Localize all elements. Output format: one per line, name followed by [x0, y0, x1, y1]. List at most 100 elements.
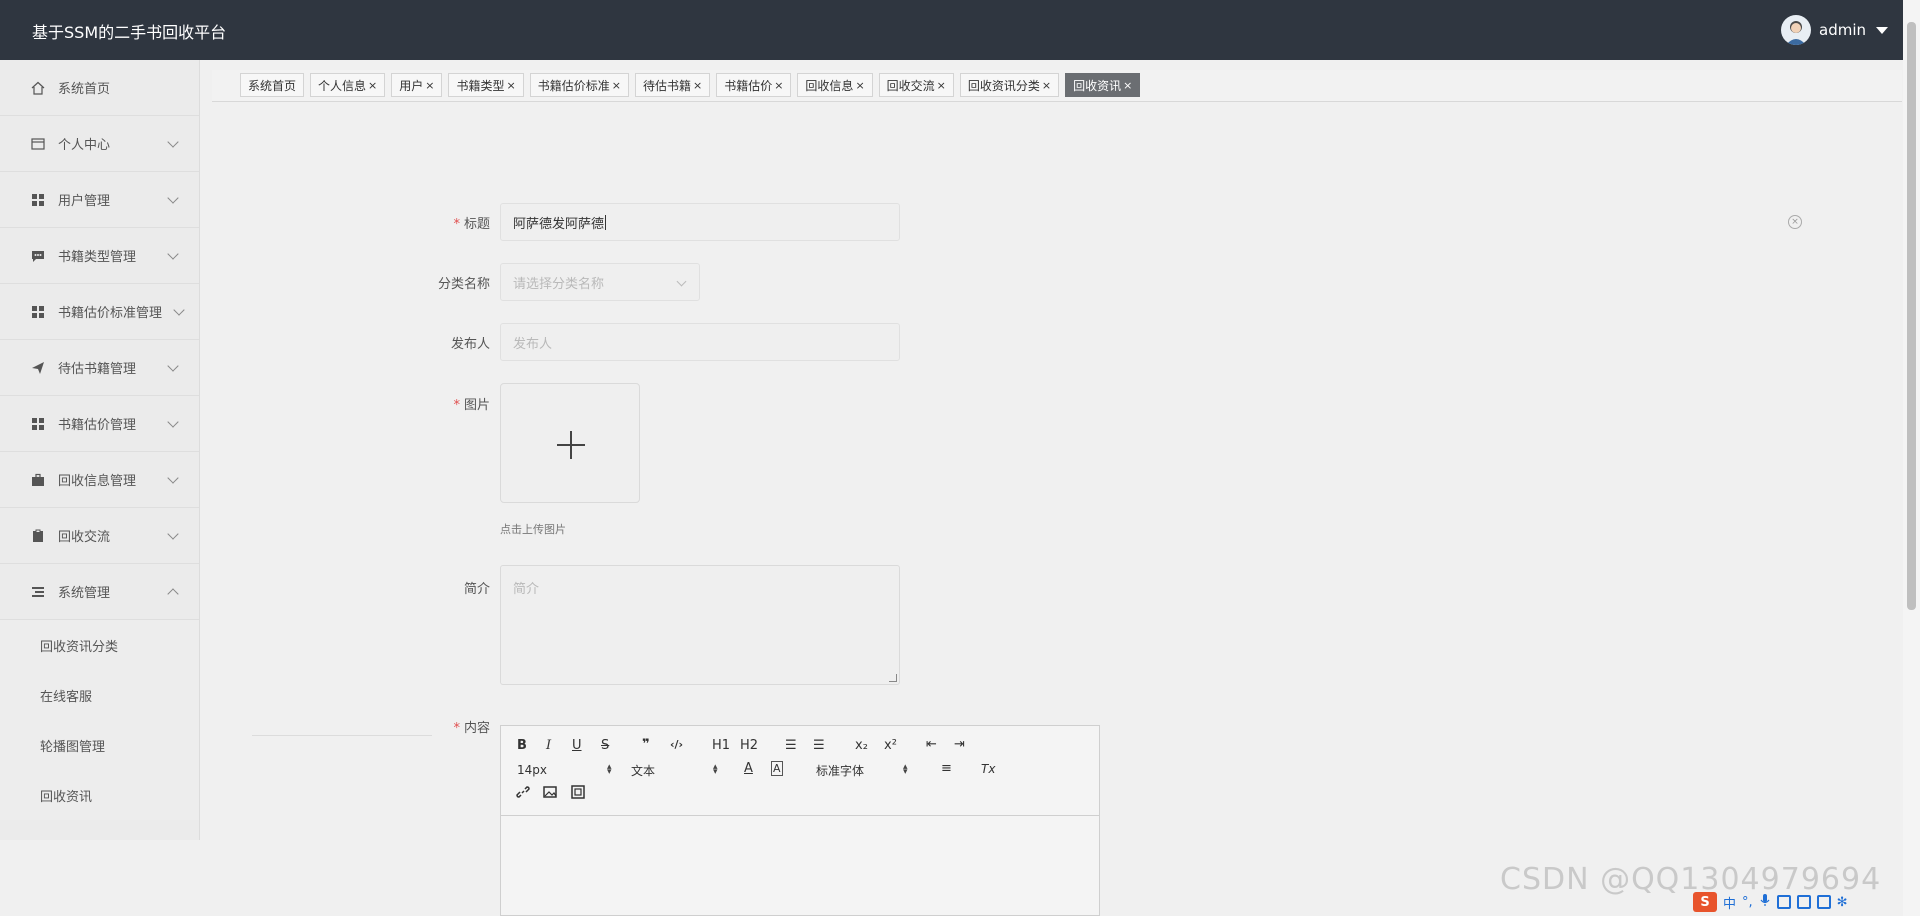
- image-upload-button[interactable]: [500, 383, 640, 503]
- intro-textarea[interactable]: 简介: [500, 565, 900, 685]
- close-icon[interactable]: ×: [693, 79, 702, 92]
- ime-chinese[interactable]: 中: [1723, 893, 1736, 912]
- scrollbar-thumb[interactable]: [1907, 22, 1916, 610]
- title-input[interactable]: 阿萨德发阿萨德: [500, 203, 900, 241]
- content-label-text: 内容: [463, 721, 490, 736]
- chevron-down-icon: [167, 136, 179, 148]
- sidebar-item-recycle-info[interactable]: 回收信息管理: [0, 452, 199, 508]
- grid-icon: [30, 304, 46, 320]
- keyboard-icon[interactable]: [1776, 895, 1791, 909]
- avatar: [1781, 15, 1811, 45]
- indent-button[interactable]: ⇥: [954, 737, 965, 752]
- sidebar-subitem-news-category[interactable]: 回收资讯分类: [0, 620, 199, 670]
- h1-button[interactable]: H1: [712, 738, 730, 753]
- code-button[interactable]: ‹/›: [670, 738, 683, 751]
- sidebar-item-system-management[interactable]: 系统管理: [0, 564, 199, 620]
- sidebar-item-book-types[interactable]: 书籍类型管理: [0, 228, 199, 284]
- sidebar-item-label: 系统首页: [58, 82, 111, 97]
- strike-button[interactable]: S: [601, 738, 609, 753]
- sidebar-item-pending-books[interactable]: 待估书籍管理: [0, 340, 199, 396]
- sidebar-subitem-recycle-news[interactable]: 回收资讯: [0, 770, 199, 820]
- clean-format-button[interactable]: Tx: [981, 762, 995, 776]
- italic-button[interactable]: I: [546, 738, 551, 753]
- background-color-button[interactable]: A: [771, 761, 783, 776]
- tab-book-valuation[interactable]: 书籍估价 ×: [716, 73, 792, 97]
- tabs: 系统首页 个人信息 × 用户 × 书籍类型 × 书籍估价标准 × 待估书籍 × 书籍估价 ×…: [240, 73, 1141, 97]
- underline-button[interactable]: U: [572, 738, 582, 753]
- header-select[interactable]: 文本 ▴ ▾: [631, 762, 721, 778]
- publisher-placeholder: 发布人: [513, 336, 553, 352]
- close-icon[interactable]: ×: [774, 79, 783, 92]
- gear-icon[interactable]: ✻: [1837, 895, 1848, 910]
- blockquote-button[interactable]: ❞: [642, 737, 650, 752]
- tab-label: 个人信息: [318, 78, 367, 93]
- required-mark: *: [453, 217, 460, 232]
- ime-punct[interactable]: °,: [1742, 895, 1753, 910]
- image-label: * 图片: [400, 394, 490, 413]
- tab-pending-books[interactable]: 待估书籍 ×: [634, 73, 711, 97]
- scrollbar[interactable]: [1903, 0, 1920, 916]
- sidebar-item-users[interactable]: 用户管理: [0, 172, 199, 228]
- content-label: * 内容: [400, 717, 490, 736]
- bullet-list-button[interactable]: ☰: [813, 738, 825, 753]
- image-icon[interactable]: [543, 785, 557, 803]
- sidebar-subitem-carousel[interactable]: 轮播图管理: [0, 720, 199, 770]
- category-select[interactable]: 请选择分类名称: [500, 263, 700, 301]
- close-icon[interactable]: ×: [937, 79, 946, 92]
- resize-handle[interactable]: [889, 674, 897, 682]
- sidebar-subitem-online-service[interactable]: 在线客服: [0, 670, 199, 720]
- bold-button[interactable]: B: [517, 738, 527, 753]
- superscript-button[interactable]: x²: [884, 738, 897, 753]
- tab-label: 书籍估价: [724, 78, 773, 93]
- sidebar-item-recycle-exchange[interactable]: 回收交流: [0, 508, 199, 564]
- sidebar-item-valuation-standards[interactable]: 书籍估价标准管理: [0, 284, 199, 340]
- tab-recycle-exchange[interactable]: 回收交流 ×: [878, 73, 954, 97]
- clipboard-icon: [30, 528, 46, 544]
- toolbox-icon[interactable]: [1816, 895, 1831, 909]
- publisher-input[interactable]: 发布人: [500, 323, 900, 361]
- link-icon[interactable]: [516, 785, 530, 802]
- title-input-value: 阿萨德发阿萨德: [513, 216, 605, 232]
- sidebar: 系统首页 个人中心 用户管理 书籍类型管理 书籍估价标准管理 待估书籍管理 书籍…: [0, 60, 200, 840]
- editor-content-area[interactable]: [501, 816, 1099, 916]
- tab-recycle-info[interactable]: 回收信息 ×: [797, 73, 873, 97]
- close-icon[interactable]: ×: [855, 79, 864, 92]
- video-icon[interactable]: [571, 785, 585, 803]
- align-button[interactable]: ≡: [941, 761, 952, 776]
- close-icon[interactable]: ×: [1042, 79, 1051, 92]
- close-icon[interactable]: ×: [1123, 79, 1132, 92]
- close-icon[interactable]: ×: [612, 79, 621, 92]
- tab-home[interactable]: 系统首页: [240, 73, 305, 97]
- subscript-button[interactable]: x₂: [855, 738, 868, 753]
- size-select[interactable]: 14px ▴ ▾: [517, 762, 612, 778]
- tab-news-category[interactable]: 回收资讯分类 ×: [959, 73, 1060, 97]
- clear-icon[interactable]: ×: [1788, 215, 1802, 229]
- h2-button[interactable]: H2: [740, 738, 758, 753]
- ordered-list-button[interactable]: ☰: [785, 738, 797, 753]
- tab-personal-info[interactable]: 个人信息 ×: [310, 73, 386, 97]
- user-menu[interactable]: admin: [1781, 14, 1888, 46]
- grid-icon: [30, 192, 46, 208]
- user-name: admin: [1819, 21, 1866, 39]
- font-color-button[interactable]: A: [744, 761, 753, 776]
- close-icon[interactable]: ×: [507, 79, 516, 92]
- sidebar-item-book-valuation[interactable]: 书籍估价管理: [0, 396, 199, 452]
- sogou-logo-icon[interactable]: S: [1693, 892, 1717, 912]
- tab-recycle-news[interactable]: 回收资讯 ×: [1065, 73, 1141, 97]
- tab-label: 系统首页: [248, 78, 297, 93]
- sidebar-item-personal-center[interactable]: 个人中心: [0, 116, 199, 172]
- list-icon: [30, 584, 46, 600]
- outdent-button[interactable]: ⇤: [926, 737, 937, 752]
- sidebar-item-label: 书籍类型管理: [58, 250, 137, 265]
- tab-book-types[interactable]: 书籍类型 ×: [448, 73, 524, 97]
- font-select[interactable]: 标准字体 ▴ ▾: [816, 762, 911, 778]
- microphone-icon[interactable]: [1759, 893, 1771, 911]
- close-icon[interactable]: ×: [368, 79, 377, 92]
- tab-valuation-standards[interactable]: 书籍估价标准 ×: [529, 73, 629, 97]
- sidebar-item-home[interactable]: 系统首页: [0, 60, 199, 116]
- tab-label: 回收资讯分类: [967, 78, 1040, 93]
- tab-users[interactable]: 用户 ×: [391, 73, 443, 97]
- upload-hint: 点击上传图片: [500, 523, 566, 536]
- skin-icon[interactable]: [1796, 895, 1811, 909]
- close-icon[interactable]: ×: [425, 79, 434, 92]
